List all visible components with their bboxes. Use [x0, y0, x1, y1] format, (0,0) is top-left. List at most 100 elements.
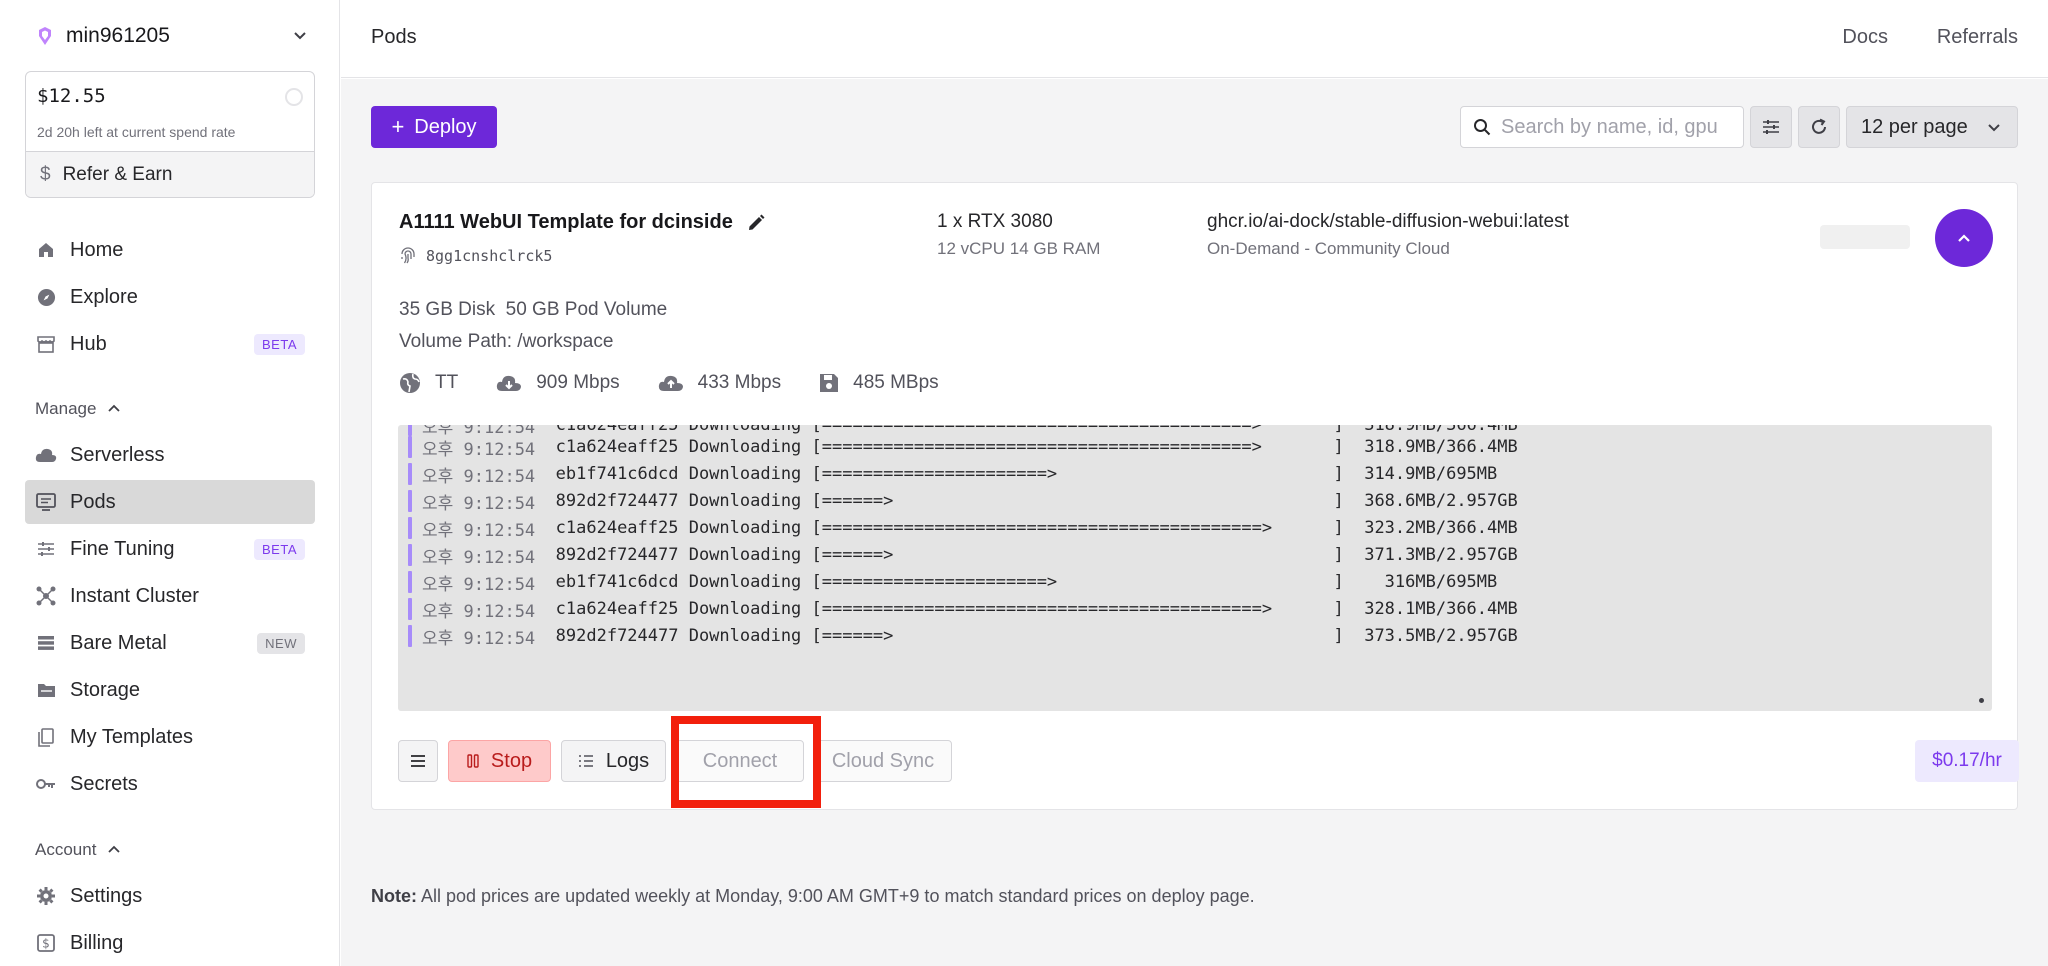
logs-label: Logs	[605, 749, 650, 772]
sidebar-item-label: Pods	[70, 490, 116, 513]
pod-cloud-type: On-Demand - Community Cloud	[1207, 239, 1450, 258]
search-box[interactable]	[1460, 106, 1744, 148]
sidebar-item-label: Hub	[70, 332, 107, 355]
log-message	[535, 491, 555, 511]
sidebar-item-serverless[interactable]: Serverless	[25, 433, 315, 477]
resize-handle-icon[interactable]	[1979, 698, 1984, 703]
log-line: 오후 9:12:54 eb1f741c6dcd Downloading [===…	[408, 462, 1497, 487]
chevron-up-icon	[108, 404, 121, 412]
cloud-upload-icon	[658, 375, 683, 391]
pod-name-text: A1111 WebUI Template for dcinside	[399, 211, 733, 233]
hamburger-menu-icon	[411, 755, 425, 767]
sidebar-item-label: Home	[70, 238, 124, 261]
sidebar-item-fine-tuning[interactable]: Fine Tuning BETA	[25, 527, 315, 571]
cloud-sync-label: Cloud Sync	[831, 749, 935, 772]
account-section-toggle[interactable]: Account	[35, 840, 122, 860]
upload-value: 433 Mbps	[697, 372, 782, 393]
log-message	[535, 572, 555, 592]
per-page-select[interactable]: 12 per page	[1846, 106, 2018, 148]
log-line-marker	[408, 571, 412, 593]
log-line: 오후 9:12:54 892d2f724477 Downloading [===…	[408, 489, 1518, 514]
pricing-note: Note: All pod prices are updated weekly …	[371, 886, 1255, 907]
note-label: Note:	[371, 886, 417, 906]
download-stat: 909 Mbps	[496, 372, 620, 394]
sidebar-item-billing[interactable]: $ Billing	[25, 921, 315, 965]
refer-earn-button[interactable]: $ Refer & Earn	[26, 151, 314, 197]
cloud-sync-button[interactable]: Cloud Sync	[814, 740, 952, 782]
region-stat: TT	[399, 372, 458, 394]
log-message: c1a624eaff25 Downloading [==============…	[555, 437, 1518, 457]
log-line-marker	[408, 544, 412, 566]
log-message: c1a624eaff25 Downloading [==============…	[555, 599, 1518, 619]
sidebar: min961205 $12.55 2d 20h left at current …	[0, 0, 340, 966]
filter-button[interactable]	[1750, 106, 1792, 148]
sidebar-item-storage[interactable]: Storage	[25, 668, 315, 712]
stop-label: Stop	[490, 749, 533, 772]
log-time: 오후 9:12:54	[422, 466, 536, 487]
page-title: Pods	[371, 26, 417, 48]
sidebar-item-explore[interactable]: Explore	[25, 275, 315, 319]
refresh-icon	[1812, 118, 1826, 134]
docs-link[interactable]: Docs	[1842, 26, 1888, 49]
log-message	[535, 545, 555, 565]
collapse-button[interactable]	[1935, 209, 1993, 267]
account-switcher[interactable]: min961205	[36, 22, 310, 50]
pod-disk: 35 GB Disk 50 GB Pod Volume	[399, 299, 668, 320]
log-time: 오후 9:12:54	[422, 628, 536, 649]
sidebar-item-my-templates[interactable]: My Templates	[25, 715, 315, 759]
sidebar-item-pods[interactable]: Pods	[25, 480, 315, 524]
manage-section-toggle[interactable]: Manage	[35, 399, 122, 419]
home-icon	[35, 239, 57, 261]
compass-icon	[35, 286, 57, 308]
stop-button[interactable]: Stop	[448, 740, 551, 782]
list-icon	[578, 755, 593, 767]
account-name: min961205	[66, 24, 170, 47]
manage-section-label: Manage	[35, 399, 97, 418]
top-bar: Pods Docs Referrals	[341, 0, 2048, 78]
pod-card: A1111 WebUI Template for dcinside 8gg1cn…	[371, 182, 2019, 810]
sidebar-item-label: Settings	[70, 884, 143, 907]
log-line: 오후 9:12:54 c1a624eaff25 Downloading [===…	[408, 597, 1518, 622]
log-line: 오후 9:12:54 892d2f724477 Downloading [===…	[408, 624, 1518, 649]
sidebar-item-bare-metal[interactable]: Bare Metal NEW	[25, 621, 315, 665]
chevron-down-icon	[294, 32, 306, 40]
download-value: 909 Mbps	[536, 372, 620, 393]
upload-stat: 433 Mbps	[658, 372, 781, 394]
folder-icon	[35, 679, 57, 701]
sidebar-item-home[interactable]: Home	[25, 228, 315, 272]
menu-button[interactable]	[398, 740, 438, 782]
pencil-icon[interactable]	[747, 214, 765, 232]
sidebar-item-hub[interactable]: Hub BETA	[25, 322, 315, 366]
cloud-icon	[35, 444, 57, 466]
server-icon	[35, 632, 57, 654]
log-line: 오후 9:12:54 eb1f741c6dcd Downloading [===…	[408, 570, 1498, 595]
region-value: TT	[435, 372, 459, 393]
log-message: eb1f741c6dcd Downloading [==============…	[555, 572, 1498, 592]
log-message: 892d2f724477 Downloading [======> ] 371.…	[555, 545, 1518, 565]
log-line: 오후 9:12:54 c1a624eaff25 Downloading [===…	[408, 516, 1518, 541]
log-line-marker	[408, 625, 412, 647]
spinner-icon	[285, 88, 303, 106]
svg-text:$: $	[42, 937, 50, 951]
store-icon	[35, 333, 57, 355]
sidebar-item-instant-cluster[interactable]: Instant Cluster	[25, 574, 315, 618]
log-viewer[interactable]: 오후 9:12:54 c1a624eaff25 Downloading [===…	[398, 425, 1992, 711]
refresh-button[interactable]	[1798, 106, 1840, 148]
log-message	[535, 599, 555, 619]
log-message	[535, 518, 555, 538]
sliders-icon	[35, 538, 57, 560]
cluster-icon	[35, 585, 57, 607]
sidebar-item-label: Billing	[70, 931, 124, 954]
sidebar-item-settings[interactable]: Settings	[25, 874, 315, 918]
search-input[interactable]	[1501, 115, 1731, 139]
logs-button[interactable]: Logs	[561, 740, 666, 782]
referrals-link[interactable]: Referrals	[1937, 26, 2018, 49]
log-time: 오후 9:12:54	[422, 520, 536, 541]
log-message: c1a624eaff25 Downloading [==============…	[555, 518, 1518, 538]
pod-id[interactable]: 8gg1cnshclrck5	[399, 247, 552, 265]
log-time: 오후 9:12:54	[422, 493, 536, 514]
log-message	[535, 437, 555, 457]
chevron-up-icon	[1958, 234, 1970, 242]
sidebar-item-secrets[interactable]: Secrets	[25, 762, 315, 806]
deploy-button[interactable]: + Deploy	[371, 106, 497, 148]
